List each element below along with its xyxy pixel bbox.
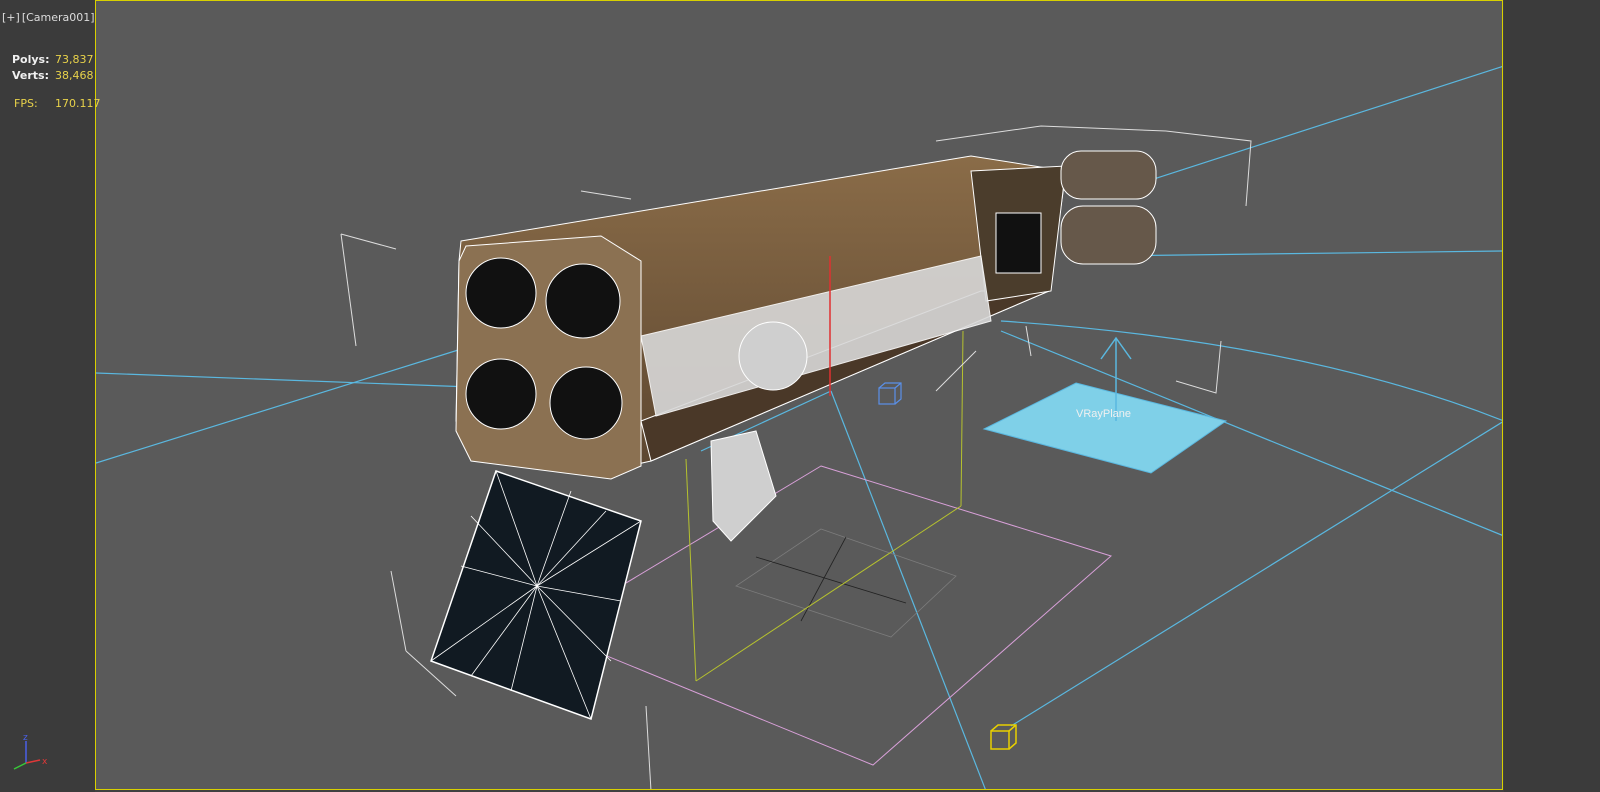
polys-value: 73,837 (55, 53, 94, 66)
axis-tripod-icon: z x (13, 733, 48, 770)
left-panel (0, 0, 95, 792)
scene-canvas[interactable]: VRayPlane (96, 1, 1503, 790)
vray-plane-label: VRayPlane (1076, 408, 1131, 420)
3d-viewport-app: VRayPlane [+] [Camera001] Polys: 73,837 (0, 0, 1600, 792)
polys-label: Polys: (12, 53, 50, 66)
viewport-label-menu[interactable]: [+] [Camera001] (0, 0, 95, 34)
viewport-statistics: Polys: 73,837 Verts: 38,468 FPS: 170.117 (12, 52, 101, 112)
verts-row: Verts: 38,468 (12, 68, 101, 84)
viewport-plus-menu[interactable]: [+] (2, 11, 20, 24)
verts-value: 38,468 (55, 69, 94, 82)
launcher-model (455, 150, 1157, 542)
vray-plane[interactable] (982, 382, 1228, 474)
fps-row: FPS: 170.117 (12, 96, 101, 112)
right-panel-strip (1504, 0, 1600, 792)
axis-x-label: x (42, 757, 48, 767)
blue-helper-cube (878, 382, 902, 405)
light-helper-lines (96, 66, 1502, 789)
camera-viewport[interactable]: VRayPlane (95, 0, 1503, 790)
fps-value: 170.117 (55, 97, 101, 110)
verts-label: Verts: (12, 69, 50, 82)
axis-z-label: z (23, 733, 28, 743)
fps-label: FPS: (14, 97, 38, 110)
home-grid (735, 528, 957, 638)
polys-row: Polys: 73,837 (12, 52, 101, 68)
ground-plane (544, 465, 1113, 766)
square-panel-model (430, 470, 642, 720)
yellow-helper-cube (990, 724, 1017, 750)
viewport-camera-menu[interactable]: [Camera001] (22, 11, 95, 24)
